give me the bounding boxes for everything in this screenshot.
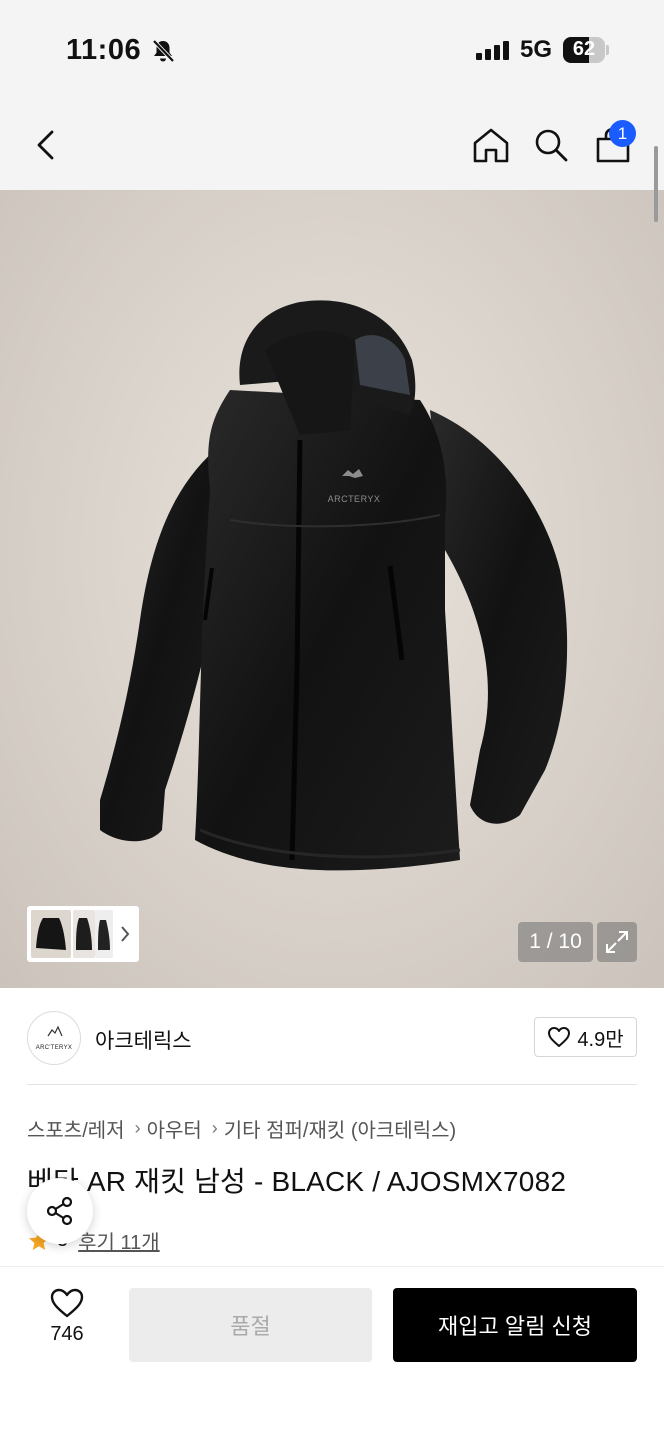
brand-like-button[interactable]: 4.9만 — [534, 1017, 637, 1057]
thumbnail-jacket-image — [36, 918, 66, 950]
breadcrumb-item[interactable]: 아우터 — [147, 1114, 202, 1143]
chevron-right-icon: › — [134, 1118, 141, 1138]
top-nav — [0, 100, 664, 190]
share-button[interactable] — [27, 1178, 93, 1244]
thumbnail-2[interactable] — [73, 910, 95, 958]
review-link[interactable]: 후기 11개 — [78, 1226, 160, 1255]
brand-logo-text: ARC'TERYX — [35, 1045, 73, 1051]
thumbnail-jacket-image — [98, 920, 110, 950]
breadcrumb: 스포츠/레저 › 아우터 › 기타 점퍼/재킷 (아크테릭스) — [27, 1114, 456, 1143]
thumbnail-strip[interactable] — [27, 906, 139, 962]
product-title: 베타 AR 재킷 남성 - BLACK / AJOSMX7082 — [27, 1166, 567, 1197]
breadcrumb-item[interactable]: 기타 점퍼/재킷 (아크테릭스) — [224, 1114, 456, 1143]
brand-name[interactable]: 아크테릭스 — [95, 1025, 192, 1055]
jacket-photo: ARCTERYX — [100, 300, 568, 871]
share-icon — [46, 1196, 73, 1226]
network-type: 5G — [520, 36, 553, 63]
status-time: 11:06 — [66, 34, 142, 66]
wishlist-button[interactable]: 746 — [27, 1287, 107, 1367]
brand-like-count: 4.9만 — [577, 1028, 624, 1051]
chevron-right-icon: › — [211, 1118, 218, 1138]
chevron-left-icon — [37, 130, 54, 160]
battery-nub — [606, 45, 609, 55]
bell-off-icon — [152, 39, 175, 63]
home-icon — [473, 128, 509, 163]
wishlist-count: 746 — [50, 1323, 84, 1345]
brand-row[interactable]: ARC'TERYX 아크테릭스 4.9만 — [0, 988, 664, 1084]
battery-icon: 62 — [563, 37, 605, 63]
scroll-indicator[interactable] — [654, 146, 658, 222]
image-counter: 1 / 10 — [518, 922, 593, 962]
heart-icon — [548, 1027, 571, 1047]
brand-logo[interactable]: ARC'TERYX — [27, 1011, 81, 1065]
search-icon — [535, 129, 568, 162]
expand-icon — [606, 931, 628, 953]
svg-text:ARCTERYX: ARCTERYX — [328, 494, 381, 504]
back-button[interactable] — [22, 121, 70, 169]
brand-logo-mark — [47, 1025, 63, 1037]
thumbnail-1[interactable] — [31, 910, 71, 958]
home-button[interactable] — [467, 121, 515, 169]
chevron-right-icon[interactable] — [119, 924, 131, 944]
status-bar: 11:06 5G 62 — [0, 0, 664, 100]
battery-level: 62 — [572, 38, 596, 60]
heart-icon — [50, 1288, 84, 1318]
thumbnail-jacket-image — [76, 918, 92, 950]
breadcrumb-item[interactable]: 스포츠/레저 — [27, 1114, 125, 1143]
thumbnail-3[interactable] — [95, 910, 113, 958]
restock-alert-button[interactable]: 재입고 알림 신청 — [393, 1288, 637, 1362]
search-button[interactable] — [527, 121, 575, 169]
soldout-button[interactable]: 품절 — [129, 1288, 372, 1362]
expand-button[interactable] — [597, 922, 637, 962]
cart-count-badge: 1 — [609, 120, 636, 147]
signal-icon — [476, 40, 509, 60]
divider — [27, 1084, 637, 1085]
bottom-action-bar: 746 품절 재입고 알림 신청 — [0, 1266, 664, 1440]
product-image-gallery[interactable]: ARCTERYX 1 / 10 — [0, 190, 664, 988]
